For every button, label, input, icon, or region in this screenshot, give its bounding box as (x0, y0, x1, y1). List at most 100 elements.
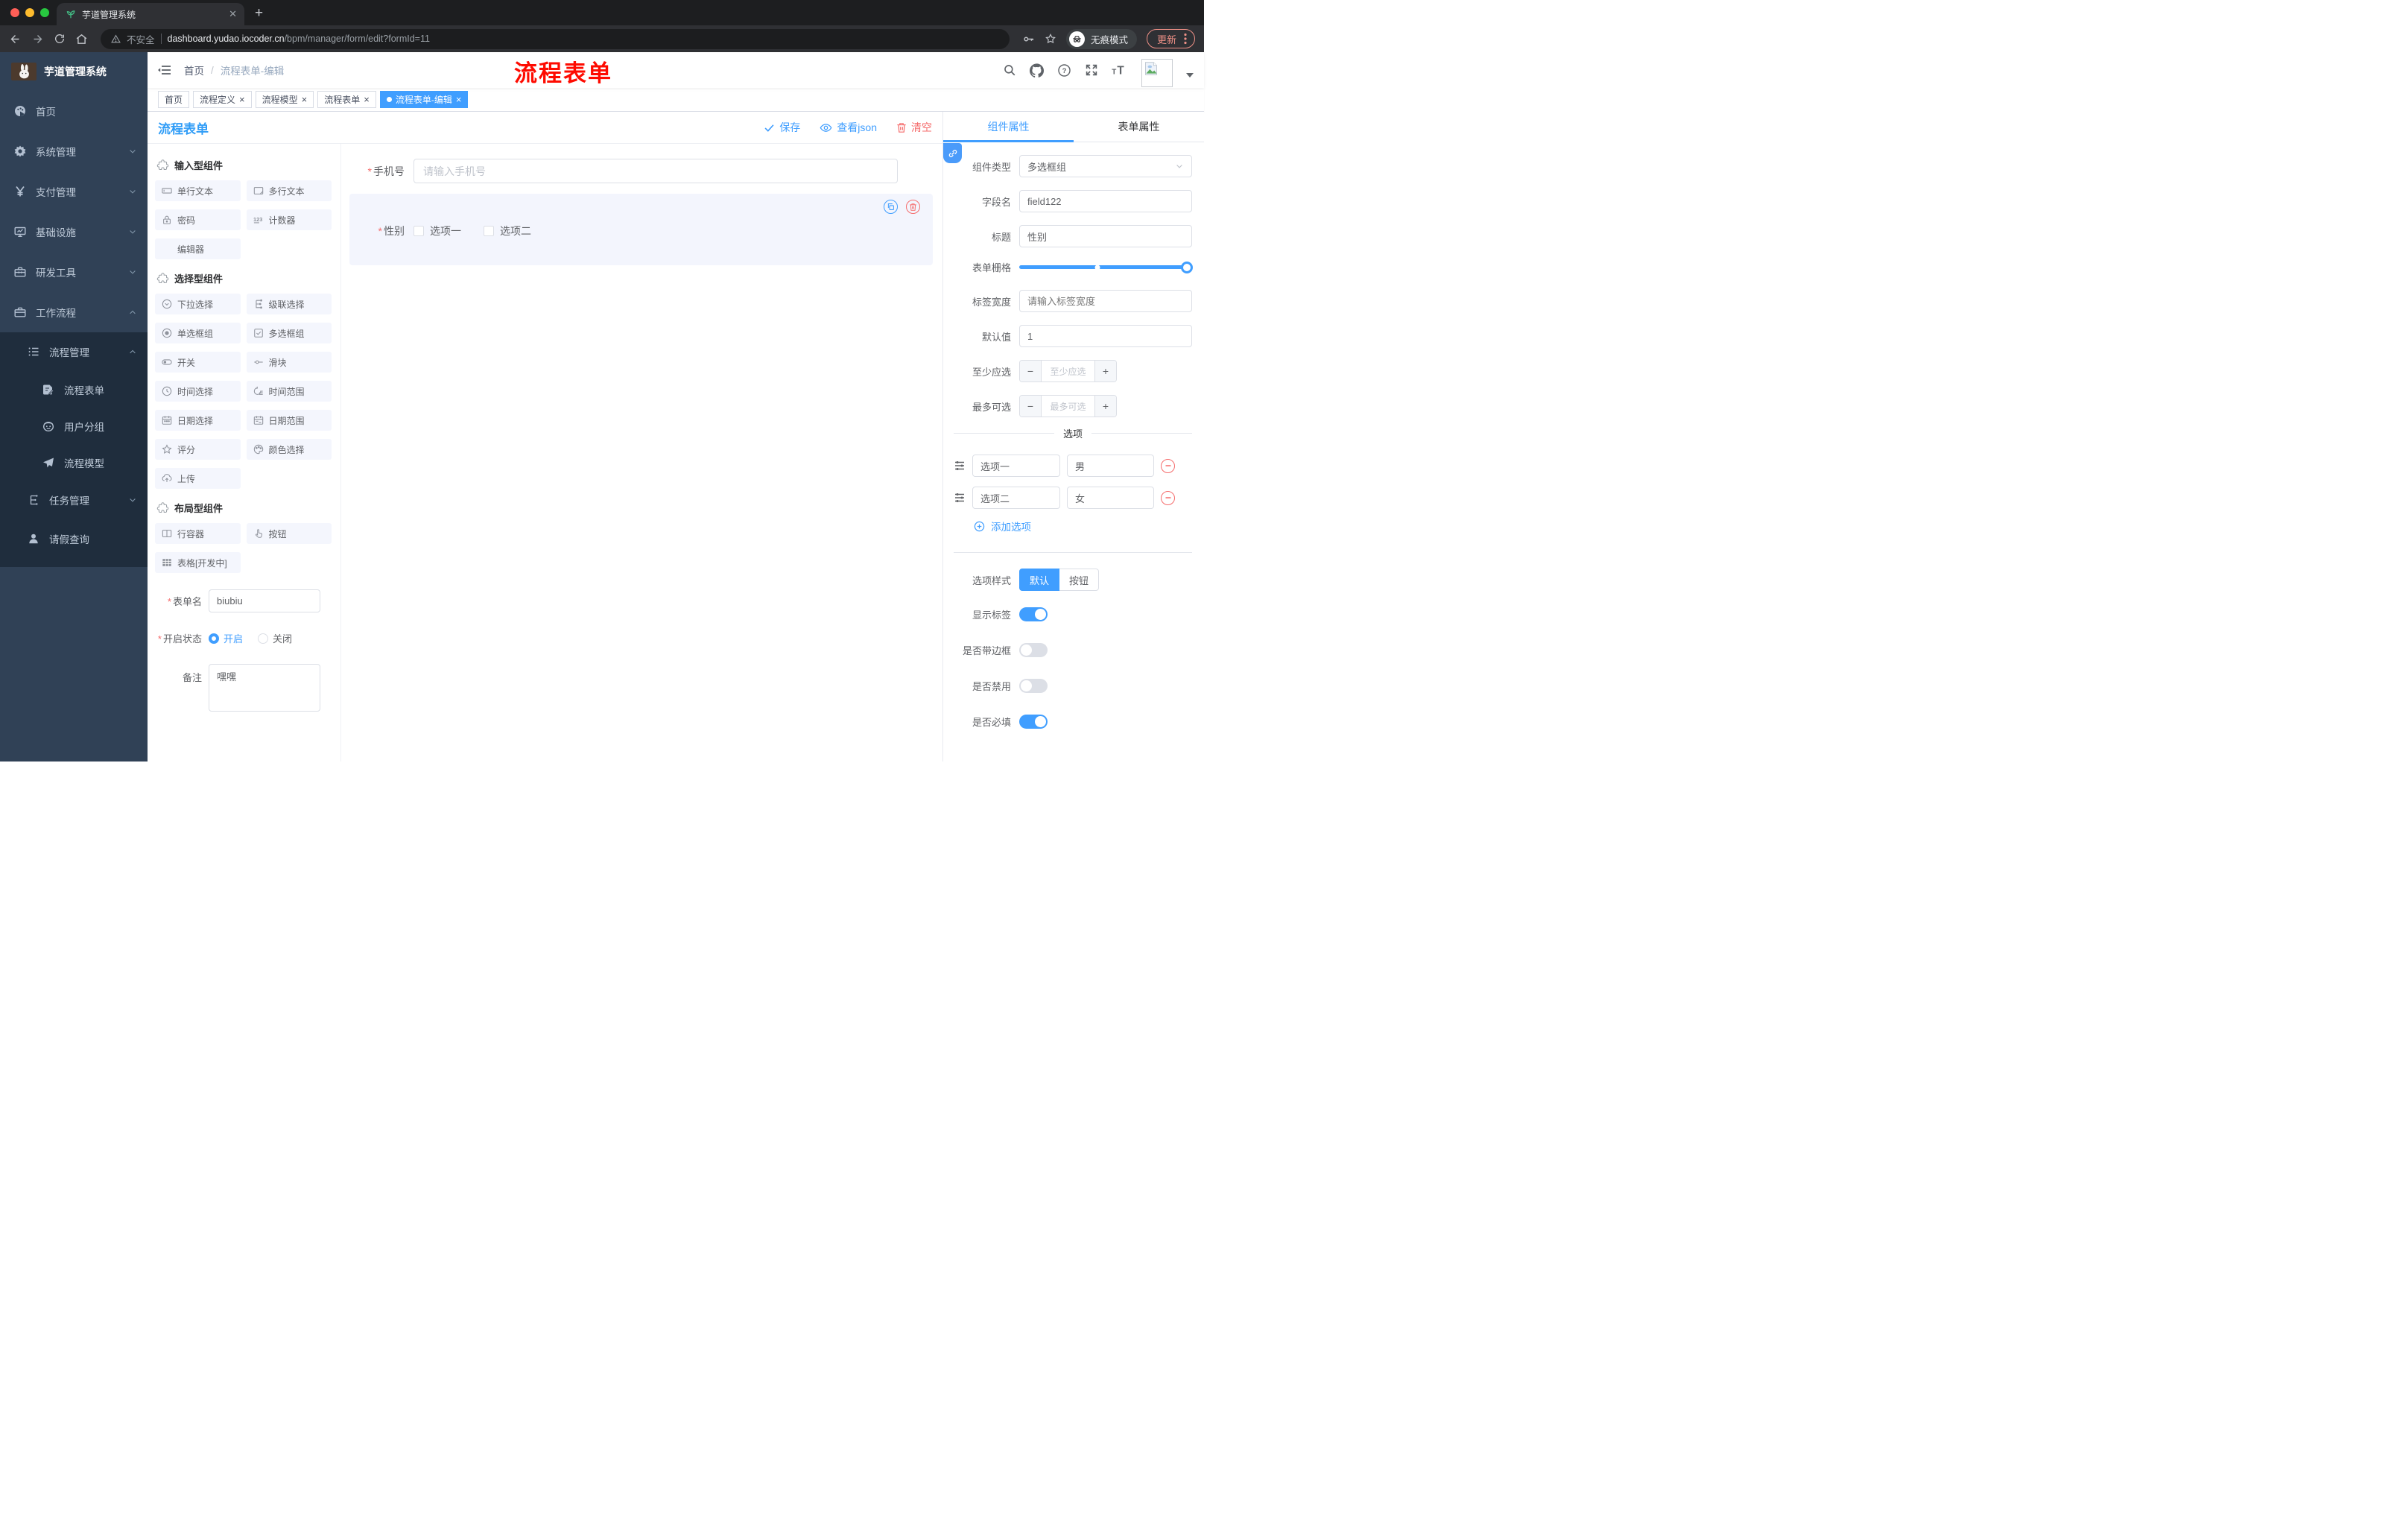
avatar[interactable] (1141, 59, 1173, 87)
browser-tab[interactable]: 芋道管理系统 ✕ (57, 3, 244, 25)
new-tab-button[interactable]: + (255, 6, 263, 20)
palette-item-cascader[interactable]: 级联选择 (246, 294, 332, 314)
sidebar-item-payment[interactable]: 支付管理 (0, 171, 148, 212)
tag-close-icon[interactable]: × (302, 95, 308, 104)
stepper-increase-button[interactable]: + (1094, 396, 1116, 417)
palette-item-radio-group[interactable]: 单选框组 (155, 323, 241, 343)
field-name-input[interactable] (1019, 190, 1192, 212)
palette-item-time-picker[interactable]: 时间选择 (155, 381, 241, 402)
tag-close-icon[interactable]: × (239, 95, 245, 104)
tag-process-form[interactable]: 流程表单 × (317, 91, 376, 108)
palette-item-row-container[interactable]: 行容器 (155, 523, 241, 544)
stepper-increase-button[interactable]: + (1094, 361, 1116, 381)
gender-checkbox-option2[interactable]: 选项二 (484, 224, 531, 238)
palette-item-multi-line-text[interactable]: 多行文本 (246, 180, 332, 201)
fullscreen-icon[interactable] (1085, 63, 1098, 77)
palette-item-color-picker[interactable]: 颜色选择 (246, 439, 332, 460)
sidebar-item-process-management[interactable]: 流程管理 (0, 332, 148, 371)
palette-item-button[interactable]: 按钮 (246, 523, 332, 544)
search-icon[interactable] (1003, 63, 1016, 77)
palette-item-slider[interactable]: 滑块 (246, 352, 332, 373)
palette-item-date-picker[interactable]: 日期选择 (155, 410, 241, 431)
palette-item-table[interactable]: 表格[开发中] (155, 552, 241, 573)
palette-item-date-range[interactable]: 日期范围 (246, 410, 332, 431)
sidebar-item-user-group[interactable]: 用户分组 (0, 408, 148, 444)
remove-option-button[interactable] (1161, 458, 1175, 473)
tab-component-props[interactable]: 组件属性 (943, 112, 1074, 142)
sidebar-item-task-management[interactable]: 任务管理 (0, 481, 148, 519)
canvas-field-gender-selected[interactable]: * 性别 选项一 选项二 (349, 194, 933, 265)
gender-checkbox-option1[interactable]: 选项一 (414, 224, 461, 238)
font-size-icon[interactable]: TT (1112, 63, 1128, 77)
checkbox-box[interactable] (484, 226, 494, 236)
drag-handle-icon[interactable] (954, 492, 966, 504)
tab-form-props[interactable]: 表单属性 (1074, 112, 1204, 142)
required-toggle[interactable] (1019, 715, 1048, 729)
palette-item-editor[interactable]: 编辑器 (155, 238, 241, 259)
add-option-button[interactable]: 添加选项 (974, 519, 1192, 533)
form-name-input[interactable] (209, 589, 320, 612)
github-icon[interactable] (1030, 63, 1044, 77)
link-drawer-button[interactable] (943, 143, 962, 163)
view-json-button[interactable]: 查看json (820, 120, 877, 135)
canvas-field-phone[interactable]: * 手机号 请输入手机号 (349, 159, 933, 183)
palette-item-upload[interactable]: 上传 (155, 468, 241, 489)
sidebar-item-home[interactable]: 首页 (0, 91, 148, 131)
hamburger-icon[interactable] (158, 64, 171, 76)
reload-icon[interactable] (54, 33, 66, 45)
style-default-button[interactable]: 默认 (1019, 569, 1060, 591)
tag-close-icon[interactable]: × (456, 95, 462, 104)
forward-icon[interactable] (31, 33, 44, 45)
sidebar-item-workflow[interactable]: 工作流程 (0, 292, 148, 332)
slider-handle[interactable] (1181, 261, 1193, 273)
sidebar-item-process-form[interactable]: 流程表单 (0, 371, 148, 408)
remove-option-button[interactable] (1161, 490, 1175, 505)
stepper-decrease-button[interactable]: − (1020, 361, 1042, 381)
option2-label-input[interactable] (972, 487, 1060, 509)
sidebar-item-leave-query[interactable]: 请假查询 (0, 519, 148, 558)
palette-item-select[interactable]: 下拉选择 (155, 294, 241, 314)
palette-item-password[interactable]: 密码 (155, 209, 241, 230)
delete-component-button[interactable] (906, 200, 920, 214)
default-value-input[interactable] (1019, 325, 1192, 347)
palette-item-single-line-text[interactable]: 单行文本 (155, 180, 241, 201)
form-grid-slider[interactable] (1019, 261, 1193, 273)
option2-value-input[interactable] (1067, 487, 1154, 509)
save-button[interactable]: 保存 (764, 120, 800, 135)
breadcrumb-home[interactable]: 首页 (184, 63, 204, 77)
tab-close-icon[interactable]: ✕ (229, 8, 237, 20)
palette-item-counter[interactable]: 123 计数器 (246, 209, 332, 230)
sidebar-item-devtools[interactable]: 研发工具 (0, 252, 148, 292)
sidebar-item-infrastructure[interactable]: 基础设施 (0, 212, 148, 252)
stepper-decrease-button[interactable]: − (1020, 396, 1042, 417)
style-button-button[interactable]: 按钮 (1059, 569, 1100, 591)
duplicate-component-button[interactable] (884, 200, 898, 214)
home-icon[interactable] (75, 33, 88, 45)
palette-item-time-range[interactable]: 时间范围 (246, 381, 332, 402)
component-type-select[interactable]: 多选框组 (1019, 155, 1192, 177)
maximize-window-button[interactable] (40, 8, 49, 17)
status-radio-off[interactable]: 关闭 (258, 631, 292, 645)
show-label-toggle[interactable] (1019, 607, 1048, 621)
tag-close-icon[interactable]: × (364, 95, 370, 104)
tag-process-model[interactable]: 流程模型 × (255, 91, 314, 108)
palette-item-checkbox-group[interactable]: 多选框组 (246, 323, 332, 343)
minimize-window-button[interactable] (25, 8, 34, 17)
close-window-button[interactable] (10, 8, 19, 17)
palette-item-rate[interactable]: 评分 (155, 439, 241, 460)
browser-update-button[interactable]: 更新 (1146, 29, 1195, 48)
min-select-placeholder[interactable]: 至少应选 (1042, 361, 1094, 381)
title-input[interactable] (1019, 225, 1192, 247)
disabled-toggle[interactable] (1019, 679, 1048, 693)
checkbox-box[interactable] (414, 226, 424, 236)
back-icon[interactable] (9, 33, 22, 45)
palette-item-switch[interactable]: 开关 (155, 352, 241, 373)
max-select-placeholder[interactable]: 最多可选 (1042, 396, 1094, 417)
drag-handle-icon[interactable] (954, 460, 966, 472)
avatar-caret-icon[interactable] (1186, 73, 1194, 77)
help-icon[interactable]: ? (1057, 63, 1071, 77)
bookmark-star-icon[interactable] (1045, 33, 1056, 45)
sidebar-item-system[interactable]: 系统管理 (0, 131, 148, 171)
sidebar-item-process-model[interactable]: 流程模型 (0, 444, 148, 481)
option1-value-input[interactable] (1067, 455, 1154, 477)
